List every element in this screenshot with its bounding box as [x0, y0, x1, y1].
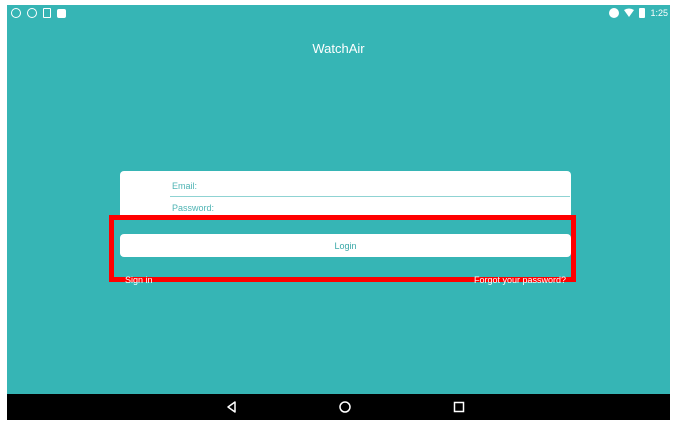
status-bar-right: 1:25	[609, 8, 668, 18]
shield-icon	[27, 8, 37, 18]
home-icon[interactable]	[338, 400, 352, 414]
status-time: 1:25	[650, 8, 668, 18]
email-field[interactable]	[170, 175, 570, 196]
password-field[interactable]	[170, 197, 570, 219]
sim-card-icon	[43, 8, 51, 18]
navigation-bar	[7, 394, 670, 420]
password-field-wrapper	[170, 197, 570, 219]
login-form	[120, 171, 571, 219]
notification-icon	[57, 8, 66, 18]
app-screen: 1:25 WatchAir Login Sign in Forgot your …	[7, 5, 670, 420]
back-icon[interactable]	[225, 400, 239, 414]
battery-icon	[639, 8, 646, 18]
do-not-disturb-icon	[609, 8, 620, 18]
status-bar-left	[11, 8, 66, 18]
app-title: WatchAir	[312, 41, 365, 56]
sync-icon	[11, 8, 21, 18]
email-field-wrapper	[170, 175, 570, 197]
sign-in-link[interactable]: Sign in	[125, 275, 153, 285]
status-bar: 1:25	[7, 5, 670, 23]
wifi-icon	[624, 8, 635, 17]
login-button[interactable]: Login	[120, 234, 571, 257]
recents-icon[interactable]	[452, 400, 466, 414]
forgot-password-link[interactable]: Forgot your password?	[474, 275, 566, 285]
